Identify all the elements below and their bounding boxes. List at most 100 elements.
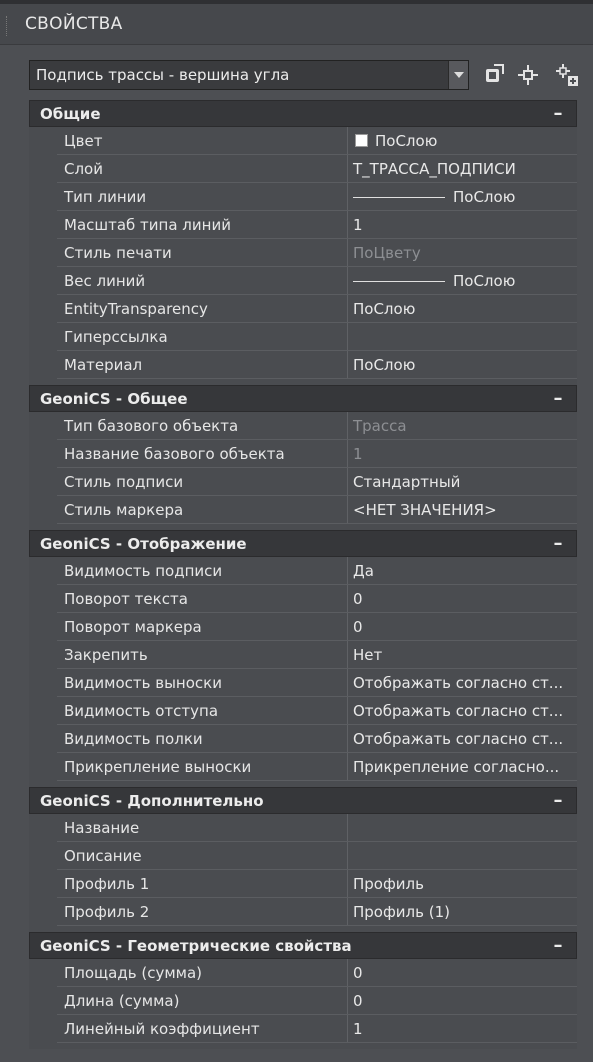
property-value[interactable]: ПоСлою [349, 351, 577, 378]
property-row-layer[interactable]: Слой Т_ТРАССА_ПОДПИСИ [29, 155, 577, 183]
row-gutter [29, 814, 57, 842]
property-value[interactable]: <НЕТ ЗНАЧЕНИЯ> [349, 496, 577, 523]
property-name: Видимость полки [57, 725, 348, 752]
property-row-shelf-visibility[interactable]: Видимость полки Отображать согласно ст..… [29, 725, 577, 753]
property-row-lineweight[interactable]: Вес линий ПоСлою [29, 267, 577, 295]
row-gutter [29, 239, 57, 267]
property-name: Масштаб типа линий [57, 211, 348, 238]
section-header[interactable]: GeoniCS - Общее – [29, 385, 577, 412]
quick-select-icon[interactable] [482, 62, 506, 88]
property-row-color[interactable]: Цвет ПоСлою [29, 127, 577, 155]
collapse-icon[interactable]: – [548, 531, 568, 556]
property-value[interactable] [349, 842, 577, 869]
property-row-leader-visibility[interactable]: Видимость выноски Отображать согласно ст… [29, 669, 577, 697]
property-name: Материал [57, 351, 348, 378]
property-row-profile-2[interactable]: Профиль 2 Профиль (1) [29, 898, 577, 926]
property-value[interactable]: Да [349, 557, 577, 584]
property-row-profile-1[interactable]: Профиль 1 Профиль [29, 870, 577, 898]
collapse-icon[interactable]: – [548, 101, 568, 126]
property-value[interactable]: Профиль (1) [349, 898, 577, 925]
property-name: Закрепить [57, 641, 348, 668]
property-value[interactable]: Нет [349, 641, 577, 668]
property-value[interactable]: 0 [349, 585, 577, 612]
property-row-hyperlink[interactable]: Гиперссылка [29, 323, 577, 351]
property-value[interactable]: ПоСлою [349, 127, 577, 154]
section-header[interactable]: Общие – [29, 100, 577, 127]
row-gutter [29, 267, 57, 295]
property-value[interactable]: ПоСлою [349, 295, 577, 322]
property-value[interactable]: 0 [349, 613, 577, 640]
property-row-offset-visibility[interactable]: Видимость отступа Отображать согласно ст… [29, 697, 577, 725]
property-row-plot-style[interactable]: Стиль печати ПоЦвету [29, 239, 577, 267]
toggle-pickadd-icon[interactable] [554, 62, 578, 88]
property-value[interactable] [349, 323, 577, 350]
linetype-sample-icon [353, 197, 445, 198]
property-row-area-sum[interactable]: Площадь (сумма) 0 [29, 959, 577, 987]
property-value-text: ПоСлою [375, 132, 438, 150]
section-header[interactable]: GeoniCS - Дополнительно – [29, 787, 577, 814]
property-value[interactable]: 1 [349, 211, 577, 238]
object-type-value: Подпись трассы - вершина угла [36, 66, 290, 84]
section-header[interactable]: GeoniCS - Отображение – [29, 530, 577, 557]
property-row-leader-attachment[interactable]: Прикрепление выноски Прикрепление соглас… [29, 753, 577, 781]
property-value[interactable]: 0 [349, 987, 577, 1014]
row-gutter [29, 669, 57, 697]
row-gutter [29, 697, 57, 725]
property-value[interactable]: Прикрепление согласно... [349, 753, 577, 780]
property-row-pin[interactable]: Закрепить Нет [29, 641, 577, 669]
lineweight-sample-icon [353, 281, 445, 282]
collapse-icon[interactable]: – [548, 788, 568, 813]
property-value[interactable]: Профиль [349, 870, 577, 897]
property-row-linetype-scale[interactable]: Масштаб типа линий 1 [29, 211, 577, 239]
section-header[interactable]: GeoniCS - Геометрические свойства – [29, 932, 577, 959]
property-value[interactable] [349, 814, 577, 841]
row-gutter [29, 870, 57, 898]
property-row-marker-rotation[interactable]: Поворот маркера 0 [29, 613, 577, 641]
collapse-icon[interactable]: – [548, 386, 568, 411]
property-row-description[interactable]: Описание [29, 842, 577, 870]
drag-grip[interactable] [6, 16, 11, 36]
property-value[interactable]: Отображать согласно ст... [349, 697, 577, 724]
section-title: GeoniCS - Дополнительно [40, 792, 264, 810]
object-type-dropdown[interactable]: Подпись трассы - вершина угла [29, 60, 469, 90]
property-name: Название базового объекта [57, 440, 348, 467]
select-objects-icon[interactable] [516, 62, 540, 88]
property-value[interactable]: 0 [349, 959, 577, 986]
property-row-transparency[interactable]: EntityTransparency ПоСлою [29, 295, 577, 323]
property-value: 1 [353, 445, 363, 463]
property-value[interactable]: ПоСлою [349, 267, 577, 294]
property-value[interactable]: 1 [349, 1015, 577, 1042]
chevron-down-icon[interactable] [448, 61, 468, 89]
row-gutter [29, 351, 57, 379]
property-row-text-rotation[interactable]: Поворот текста 0 [29, 585, 577, 613]
property-row-linetype[interactable]: Тип линии ПоСлою [29, 183, 577, 211]
property-value[interactable]: Отображать согласно ст... [349, 725, 577, 752]
property-name: Длина (сумма) [57, 987, 348, 1014]
property-name: Описание [57, 842, 348, 869]
property-value[interactable]: Стандартный [349, 468, 577, 495]
panel-title: СВОЙСТВА [25, 14, 123, 34]
property-row-marker-style[interactable]: Стиль маркера <НЕТ ЗНАЧЕНИЯ> [29, 496, 577, 524]
property-value[interactable]: ПоСлою [349, 183, 577, 210]
property-row-base-object-name[interactable]: Название базового объекта 1 [29, 440, 577, 468]
property-value[interactable]: Отображать согласно ст... [349, 669, 577, 696]
row-gutter [29, 753, 57, 781]
panel-titlebar[interactable]: СВОЙСТВА [0, 4, 593, 45]
property-row-label-visibility[interactable]: Видимость подписи Да [29, 557, 577, 585]
section-title: GeoniCS - Общее [40, 390, 188, 408]
collapse-icon[interactable]: – [548, 933, 568, 958]
property-name: Видимость подписи [57, 557, 348, 584]
property-row-base-object-type[interactable]: Тип базового объекта Трасса [29, 412, 577, 440]
property-name: Видимость выноски [57, 669, 348, 696]
row-gutter [29, 295, 57, 323]
property-row-linear-coefficient[interactable]: Линейный коэффициент 1 [29, 1015, 577, 1043]
property-value[interactable]: Т_ТРАССА_ПОДПИСИ [349, 155, 577, 182]
property-name: Площадь (сумма) [57, 959, 348, 986]
property-row-name[interactable]: Название [29, 814, 577, 842]
property-name: Видимость отступа [57, 697, 348, 724]
property-row-label-style[interactable]: Стиль подписи Стандартный [29, 468, 577, 496]
property-row-material[interactable]: Материал ПоСлою [29, 351, 577, 379]
row-gutter [29, 725, 57, 753]
property-row-length-sum[interactable]: Длина (сумма) 0 [29, 987, 577, 1015]
section-geonics-extra: GeoniCS - Дополнительно – Название Описа… [29, 787, 577, 926]
